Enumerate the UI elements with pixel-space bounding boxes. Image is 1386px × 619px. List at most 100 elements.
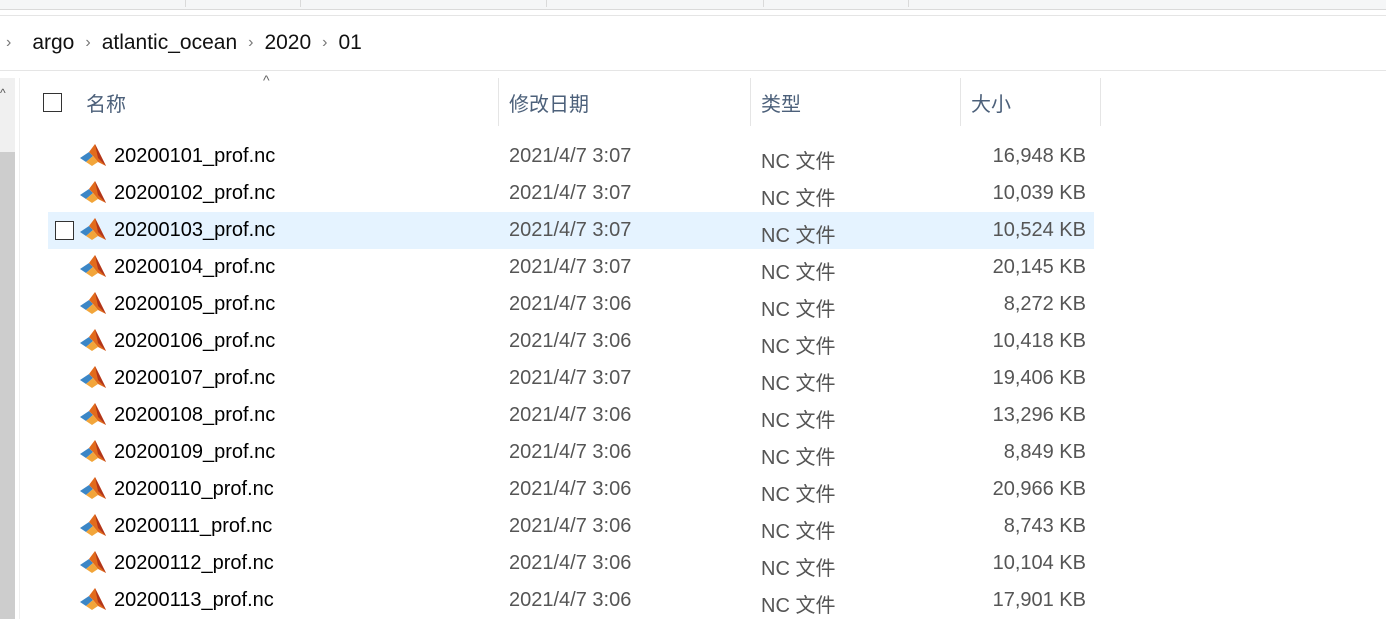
file-size: 20,966 KB xyxy=(992,478,1086,500)
file-size: 10,104 KB xyxy=(992,552,1086,574)
file-size: 10,418 KB xyxy=(992,330,1086,352)
file-name[interactable]: 20200110_prof.nc xyxy=(114,478,274,501)
file-modified: 2021/4/7 3:07 xyxy=(509,145,632,167)
file-name[interactable]: 20200113_prof.nc xyxy=(114,589,274,612)
matlab-file-icon xyxy=(80,366,106,390)
breadcrumb-item[interactable]: atlantic_ocean xyxy=(102,31,237,55)
matlab-file-icon xyxy=(80,514,106,538)
file-row[interactable]: 20200106_prof.nc 2021/4/7 3:06 NC 文件 10,418… xyxy=(48,323,1094,360)
file-modified: 2021/4/7 3:06 xyxy=(509,441,632,463)
file-modified: 2021/4/7 3:06 xyxy=(509,330,632,352)
chevron-right-icon[interactable]: › xyxy=(248,34,253,52)
file-type: NC 文件 xyxy=(761,595,836,617)
file-modified: 2021/4/7 3:06 xyxy=(509,293,632,315)
file-modified: 2021/4/7 3:06 xyxy=(509,589,632,611)
file-modified: 2021/4/7 3:07 xyxy=(509,256,632,278)
scroll-up-icon[interactable]: ^ xyxy=(0,86,6,100)
file-size: 19,406 KB xyxy=(992,367,1086,389)
file-type: NC 文件 xyxy=(761,188,836,210)
column-divider[interactable] xyxy=(750,78,751,126)
column-header-name[interactable]: 名称 xyxy=(86,78,126,126)
file-name[interactable]: 20200108_prof.nc xyxy=(114,404,275,427)
column-header-size[interactable]: 大小 xyxy=(971,78,1011,126)
column-divider[interactable] xyxy=(1100,78,1101,126)
matlab-file-icon xyxy=(80,218,106,242)
file-modified: 2021/4/7 3:06 xyxy=(509,515,632,537)
file-size: 16,948 KB xyxy=(992,145,1086,167)
file-type: NC 文件 xyxy=(761,373,836,395)
file-row[interactable]: 20200104_prof.nc 2021/4/7 3:07 NC 文件 20,145… xyxy=(48,249,1094,286)
column-header-type[interactable]: 类型 xyxy=(761,78,801,126)
matlab-file-icon xyxy=(80,551,106,575)
file-modified: 2021/4/7 3:07 xyxy=(509,219,632,241)
column-header-modified[interactable]: 修改日期 xyxy=(509,78,589,126)
sort-ascending-icon: ^ xyxy=(263,72,270,88)
file-row[interactable]: 20200112_prof.nc 2021/4/7 3:06 NC 文件 10,104… xyxy=(48,545,1094,582)
chevron-right-icon[interactable]: › xyxy=(85,34,90,52)
file-name[interactable]: 20200104_prof.nc xyxy=(114,256,275,279)
file-size: 13,296 KB xyxy=(992,404,1086,426)
file-row[interactable]: 20200110_prof.nc 2021/4/7 3:06 NC 文件 20,966… xyxy=(48,471,1094,508)
file-size: 10,039 KB xyxy=(992,182,1086,204)
row-checkbox[interactable] xyxy=(55,221,74,240)
file-row[interactable]: 20200101_prof.nc 2021/4/7 3:07 NC 文件 16,948… xyxy=(48,138,1094,175)
file-size: 8,272 KB xyxy=(1003,293,1086,315)
file-row[interactable]: 20200102_prof.nc 2021/4/7 3:07 NC 文件 10,039… xyxy=(48,175,1094,212)
file-name[interactable]: 20200102_prof.nc xyxy=(114,182,275,205)
matlab-file-icon xyxy=(80,403,106,427)
file-row[interactable]: 20200111_prof.nc 2021/4/7 3:06 NC 文件 8,743 … xyxy=(48,508,1094,545)
file-type: NC 文件 xyxy=(761,262,836,284)
file-modified: 2021/4/7 3:07 xyxy=(509,367,632,389)
file-row[interactable]: 20200107_prof.nc 2021/4/7 3:07 NC 文件 19,406… xyxy=(48,360,1094,397)
file-row[interactable]: 20200109_prof.nc 2021/4/7 3:06 NC 文件 8,849 … xyxy=(48,434,1094,471)
ribbon-strip xyxy=(0,0,1386,10)
matlab-file-icon xyxy=(80,181,106,205)
select-all-checkbox[interactable] xyxy=(43,93,62,112)
breadcrumb-item[interactable]: argo xyxy=(32,31,74,55)
file-type: NC 文件 xyxy=(761,410,836,432)
scrollbar-thumb[interactable] xyxy=(0,152,15,619)
file-modified: 2021/4/7 3:06 xyxy=(509,404,632,426)
file-type: NC 文件 xyxy=(761,558,836,580)
file-size: 8,849 KB xyxy=(1003,441,1086,463)
file-name[interactable]: 20200111_prof.nc xyxy=(114,515,272,538)
file-size: 10,524 KB xyxy=(992,219,1086,241)
matlab-file-icon xyxy=(80,588,106,612)
file-name[interactable]: 20200107_prof.nc xyxy=(114,367,275,390)
matlab-file-icon xyxy=(80,292,106,316)
file-type: NC 文件 xyxy=(761,336,836,358)
file-name[interactable]: 20200112_prof.nc xyxy=(114,552,274,575)
file-type: NC 文件 xyxy=(761,521,836,543)
file-name[interactable]: 20200109_prof.nc xyxy=(114,441,275,464)
file-modified: 2021/4/7 3:06 xyxy=(509,478,632,500)
matlab-file-icon xyxy=(80,144,106,168)
file-size: 20,145 KB xyxy=(992,256,1086,278)
file-row[interactable]: 20200108_prof.nc 2021/4/7 3:06 NC 文件 13,296… xyxy=(48,397,1094,434)
pane-divider xyxy=(19,78,20,619)
matlab-file-icon xyxy=(80,477,106,501)
breadcrumb-item[interactable]: 2020 xyxy=(264,31,311,55)
breadcrumb-item[interactable]: 01 xyxy=(339,31,362,55)
file-name[interactable]: 20200106_prof.nc xyxy=(114,330,275,353)
file-size: 17,901 KB xyxy=(992,589,1086,611)
chevron-right-icon[interactable]: › xyxy=(322,34,327,52)
chevron-right-icon: › xyxy=(6,34,12,51)
file-modified: 2021/4/7 3:06 xyxy=(509,552,632,574)
file-row[interactable]: 20200103_prof.nc 2021/4/7 3:07 NC 文件 10,524… xyxy=(48,212,1094,249)
matlab-file-icon xyxy=(80,255,106,279)
file-size: 8,743 KB xyxy=(1003,515,1086,537)
file-type: NC 文件 xyxy=(761,447,836,469)
file-name[interactable]: 20200103_prof.nc xyxy=(114,219,275,242)
file-name[interactable]: 20200101_prof.nc xyxy=(114,145,275,168)
file-row[interactable]: 20200105_prof.nc 2021/4/7 3:06 NC 文件 8,272 … xyxy=(48,286,1094,323)
file-type: NC 文件 xyxy=(761,299,836,321)
file-row[interactable]: 20200113_prof.nc 2021/4/7 3:06 NC 文件 17,901… xyxy=(48,582,1094,619)
column-divider[interactable] xyxy=(960,78,961,126)
file-type: NC 文件 xyxy=(761,225,836,247)
file-type: NC 文件 xyxy=(761,484,836,506)
file-name[interactable]: 20200105_prof.nc xyxy=(114,293,275,316)
nav-pane-scrollbar[interactable]: ^ xyxy=(0,78,15,619)
breadcrumb[interactable]: › argo › atlantic_ocean › 2020 › 01 xyxy=(0,15,1386,71)
column-divider[interactable] xyxy=(498,78,499,126)
file-modified: 2021/4/7 3:07 xyxy=(509,182,632,204)
